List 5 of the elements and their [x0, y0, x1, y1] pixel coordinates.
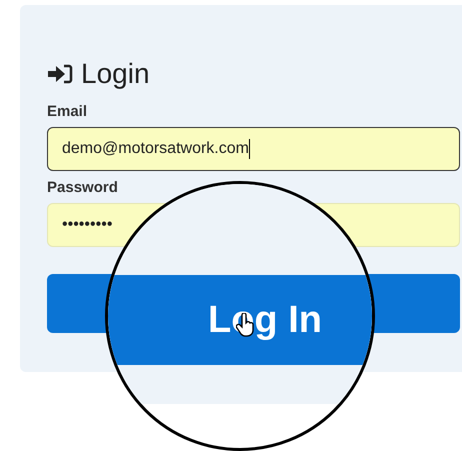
input-field[interactable]: demo@motorsatwork.com — [47, 127, 460, 171]
field-label: Email — [47, 102, 88, 121]
sign-in-icon — [47, 64, 73, 84]
field-label: Password — [47, 178, 119, 197]
login-title: Login — [81, 60, 150, 88]
